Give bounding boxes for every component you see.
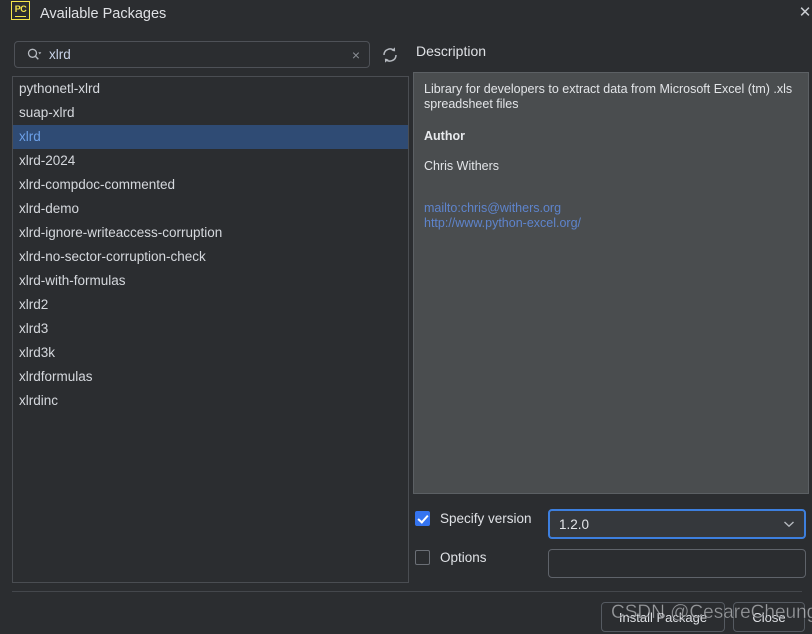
package-list-item[interactable]: xlrd-2024	[13, 149, 408, 173]
package-list[interactable]: pythonetl-xlrd suap-xlrd xlrd xlrd-2024 xlrd…	[12, 76, 409, 583]
version-value: 1.2.0	[559, 516, 590, 532]
pycharm-logo-text: PC	[14, 4, 27, 14]
pycharm-logo-underbar	[15, 15, 26, 17]
install-package-button[interactable]: Install Package	[601, 602, 725, 632]
description-label: Description	[416, 43, 487, 59]
specify-version-row: Specify version	[415, 511, 532, 526]
pycharm-logo-icon: PC	[11, 1, 30, 20]
package-list-item[interactable]: xlrd-no-sector-corruption-check	[13, 245, 408, 269]
description-summary: Library for developers to extract data f…	[424, 82, 793, 111]
title-bar: PC Available Packages ✕	[0, 0, 812, 28]
options-label: Options	[440, 550, 487, 565]
clear-icon[interactable]: ×	[343, 47, 369, 63]
package-list-item[interactable]: xlrd	[13, 125, 408, 149]
package-list-item[interactable]: xlrdinc	[13, 389, 408, 413]
chevron-down-icon	[783, 515, 795, 533]
window-title: Available Packages	[40, 6, 167, 22]
search-field[interactable]: ×	[14, 41, 370, 68]
package-list-item[interactable]: xlrd3	[13, 317, 408, 341]
close-button[interactable]: Close	[733, 602, 805, 632]
description-link[interactable]: mailto:chris@withers.org	[424, 201, 798, 216]
search-dropdown-icon[interactable]	[15, 48, 49, 61]
specify-version-checkbox[interactable]	[415, 511, 430, 526]
version-dropdown[interactable]: 1.2.0	[548, 509, 806, 539]
refresh-icon[interactable]	[379, 44, 401, 66]
package-list-item[interactable]: xlrd-demo	[13, 197, 408, 221]
description-links: mailto:chris@withers.org http://www.pytho…	[424, 201, 798, 231]
options-row: Options	[415, 550, 487, 565]
package-list-item[interactable]: xlrd3k	[13, 341, 408, 365]
package-list-item[interactable]: pythonetl-xlrd	[13, 77, 408, 101]
specify-version-label: Specify version	[440, 511, 532, 526]
options-checkbox[interactable]	[415, 550, 430, 565]
footer-separator	[12, 591, 802, 592]
description-author-name: Chris Withers	[424, 159, 500, 173]
options-input[interactable]	[548, 549, 806, 578]
package-list-item[interactable]: xlrd-with-formulas	[13, 269, 408, 293]
package-list-item[interactable]: xlrd-ignore-writeaccess-corruption	[13, 221, 408, 245]
package-list-item[interactable]: xlrd2	[13, 293, 408, 317]
search-input[interactable]	[49, 47, 343, 62]
package-list-item[interactable]: xlrdformulas	[13, 365, 408, 389]
description-panel: Library for developers to extract data f…	[413, 72, 809, 494]
package-list-item[interactable]: suap-xlrd	[13, 101, 408, 125]
description-author-heading: Author	[424, 129, 465, 143]
description-link[interactable]: http://www.python-excel.org/	[424, 216, 798, 231]
package-list-item[interactable]: xlrd-compdoc-commented	[13, 173, 408, 197]
window-close-icon[interactable]: ✕	[794, 4, 812, 22]
